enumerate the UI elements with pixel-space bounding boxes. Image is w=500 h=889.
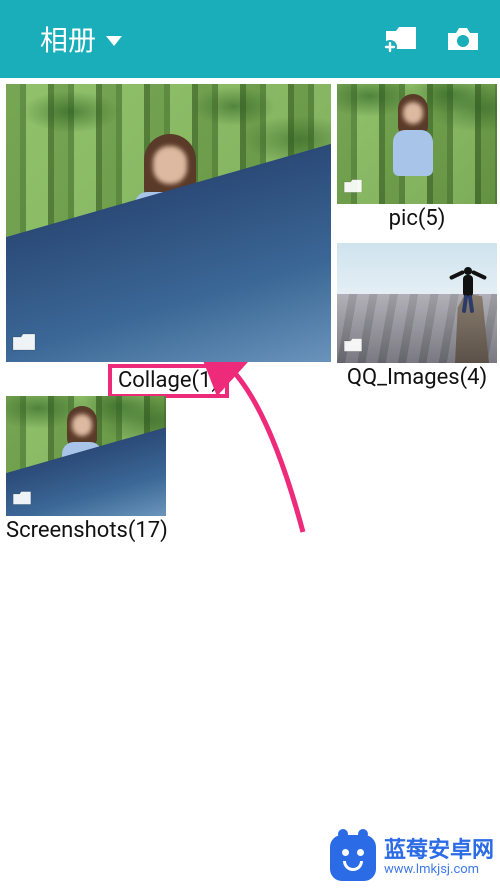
watermark-title: 蓝莓安卓网 [384,839,494,863]
camera-icon [446,25,480,53]
header-title: 相册 [40,19,96,59]
album-thumbnail [337,243,497,363]
album-qq-images[interactable]: QQ_Images(4) [337,243,497,398]
new-folder-button[interactable] [384,25,418,53]
album-thumbnail [337,84,497,204]
folder-icon [343,337,363,357]
album-thumbnail [6,84,331,362]
watermark-url: www.lmkjsj.com [384,863,494,877]
watermark: 蓝莓安卓网 www.lmkjsj.com [330,835,494,881]
folder-icon [12,490,32,510]
album-collage[interactable]: Collage(1) [6,84,331,398]
album-grid: Collage(1) pic(5) [0,78,500,555]
dropdown-caret-icon [106,36,122,46]
album-pic[interactable]: pic(5) [337,84,497,239]
album-label: pic(5) [337,204,497,236]
header-actions [384,25,480,53]
app-header: 相册 [0,0,500,78]
camera-button[interactable] [446,25,480,53]
album-label: QQ_Images(4) [337,363,497,395]
album-label: Screenshots(17) [6,516,166,548]
album-screenshots[interactable]: Screenshots(17) [6,396,166,548]
album-label: Collage(1) [108,364,229,398]
new-folder-icon [384,25,418,53]
folder-icon [343,178,363,198]
album-dropdown[interactable]: 相册 [40,19,122,59]
album-thumbnail [6,396,166,516]
watermark-logo-icon [330,835,376,881]
folder-icon [12,332,36,356]
